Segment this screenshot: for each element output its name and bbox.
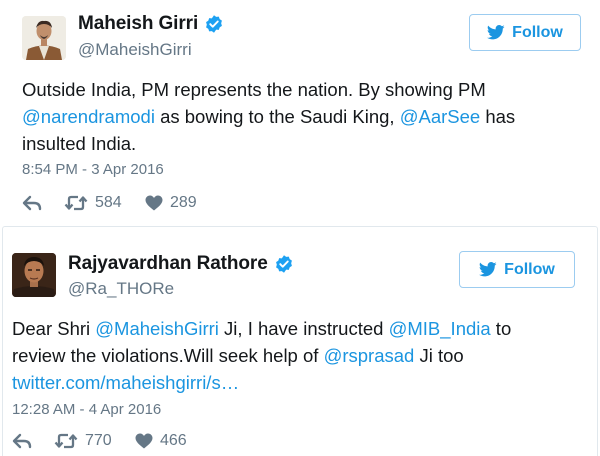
tweet-text-segment: Outside India, PM represents the nation.…: [22, 79, 486, 100]
tweet-text-segment: Ji too: [414, 345, 464, 366]
author-name-row: Maheish Girri: [78, 13, 224, 35]
retweet-count: 584: [95, 194, 122, 211]
tweet-actions: 770 466: [12, 432, 187, 450]
heart-icon: [145, 195, 163, 211]
display-name[interactable]: Rajyavardhan Rathore: [68, 253, 268, 275]
twitter-bird-icon: [479, 262, 497, 277]
mention-link[interactable]: @rsprasad: [324, 345, 415, 366]
user-handle[interactable]: @Ra_THORe: [68, 279, 174, 299]
user-handle[interactable]: @MaheishGirri: [78, 40, 192, 60]
tweet-card-2: Rajyavardhan Rathore @Ra_THORe Follow De…: [2, 226, 598, 456]
url-link[interactable]: twitter.com/maheishgirri/s…: [12, 372, 239, 393]
tweet-text: Outside India, PM represents the nation.…: [22, 76, 515, 157]
tweet-card-1: Maheish Girri @MaheishGirri Follow Outsi…: [0, 0, 600, 226]
tweet-text-segment: Ji, I have instructed: [218, 318, 389, 339]
tweet-text-segment: as bowing to the Saudi King,: [154, 106, 400, 127]
like-button[interactable]: 289: [145, 194, 197, 212]
tweet-text-line: Dear Shri @MaheishGirri Ji, I have instr…: [12, 315, 511, 342]
tweet-text-line: twitter.com/maheishgirri/s…: [12, 369, 511, 396]
tweet-text-line: insulted India.: [22, 130, 515, 157]
tweet-text-segment: insulted India.: [22, 133, 137, 154]
like-count: 289: [170, 194, 197, 211]
follow-button[interactable]: Follow: [459, 251, 575, 288]
tweet-timestamp[interactable]: 8:54 PM - 3 Apr 2016: [22, 161, 164, 178]
follow-label: Follow: [504, 260, 555, 278]
mention-link[interactable]: @AarSee: [400, 106, 481, 127]
reply-arrow-icon: [12, 433, 32, 449]
retweet-button[interactable]: 770: [54, 432, 135, 450]
retweet-icon: [54, 433, 78, 449]
retweet-button[interactable]: 584: [64, 194, 145, 212]
retweet-count: 770: [85, 432, 112, 449]
verified-badge-icon: [204, 14, 224, 34]
tweet-text-line: review the violations.Will seek help of …: [12, 342, 511, 369]
verified-badge-icon: [274, 254, 294, 274]
tweet-text-line: @narendramodi as bowing to the Saudi Kin…: [22, 103, 515, 130]
reply-arrow-icon: [22, 195, 42, 211]
follow-button[interactable]: Follow: [469, 14, 581, 51]
retweet-icon: [64, 195, 88, 211]
reply-button[interactable]: [22, 195, 64, 211]
heart-icon: [135, 433, 153, 449]
avatar[interactable]: [12, 253, 56, 297]
tweet-text-segment: to: [490, 318, 512, 339]
tweet-text-segment: review the violations.Will seek help of: [12, 345, 324, 366]
reply-button[interactable]: [12, 433, 54, 449]
display-name[interactable]: Maheish Girri: [78, 13, 198, 35]
avatar[interactable]: [22, 16, 66, 60]
like-count: 466: [160, 432, 187, 449]
tweet-text-segment: has: [480, 106, 516, 127]
tweet-text-segment: Dear Shri: [12, 318, 96, 339]
follow-label: Follow: [512, 23, 563, 41]
twitter-bird-icon: [487, 25, 505, 40]
author-name-row: Rajyavardhan Rathore: [68, 253, 294, 275]
tweet-timestamp[interactable]: 12:28 AM - 4 Apr 2016: [12, 401, 161, 418]
mention-link[interactable]: @MaheishGirri: [95, 318, 219, 339]
tweet-text-line: Outside India, PM represents the nation.…: [22, 76, 515, 103]
mention-link[interactable]: @narendramodi: [22, 106, 155, 127]
tweet-text: Dear Shri @MaheishGirri Ji, I have instr…: [12, 315, 511, 396]
tweet-actions: 584 289: [22, 194, 197, 212]
like-button[interactable]: 466: [135, 432, 187, 450]
mention-link[interactable]: @MIB_India: [389, 318, 491, 339]
